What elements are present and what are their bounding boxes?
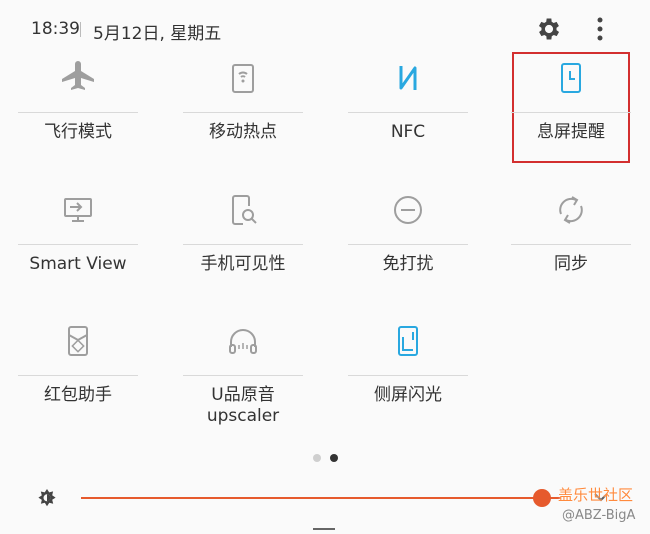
tile-label: 免打扰 (382, 254, 434, 274)
tile-divider (183, 375, 303, 376)
tile-label: Smart View (29, 254, 127, 274)
drag-handle[interactable] (313, 528, 335, 530)
watermark-community: 盖乐世社区 (558, 486, 634, 504)
tile-divider (18, 244, 138, 245)
status-bar: 18:39 5月12日, 星期五 (0, 0, 650, 58)
sync-icon (553, 192, 589, 228)
tile-divider (348, 375, 468, 376)
page-dot-2-active[interactable] (330, 454, 338, 462)
tile-label: 侧屏闪光 (374, 385, 442, 405)
tile-always-on-display[interactable]: 息屏提醒 (511, 60, 631, 180)
tile-uhq-upscaler[interactable]: U品原音 upscaler (183, 323, 303, 443)
tile-do-not-disturb[interactable]: 免打扰 (348, 192, 468, 312)
tile-divider (348, 112, 468, 113)
page-dot-1[interactable] (313, 454, 321, 462)
brightness-slider-track[interactable] (81, 497, 561, 499)
date: 5月12日, 星期五 (93, 24, 222, 44)
nfc-icon (390, 60, 426, 96)
tile-label: 息屏提醒 (537, 122, 605, 142)
tile-mobile-hotspot[interactable]: 移动热点 (183, 60, 303, 180)
tile-label: U品原音 upscaler (206, 385, 280, 426)
tile-label: NFC (390, 122, 426, 142)
headphones-icon (225, 323, 261, 359)
tile-divider (18, 112, 138, 113)
tile-divider (511, 112, 631, 113)
tile-label: 同步 (554, 254, 588, 274)
red-envelope-icon (60, 323, 96, 359)
smart-view-icon (60, 192, 96, 228)
tile-edge-lighting[interactable]: 侧屏闪光 (348, 323, 468, 443)
brightness-icon (36, 487, 58, 509)
tile-divider (348, 244, 468, 245)
tile-label: 手机可见性 (200, 254, 286, 274)
tile-airplane-mode[interactable]: 飞行模式 (18, 60, 138, 180)
clock: 18:39 (31, 19, 80, 39)
tile-sync[interactable]: 同步 (511, 192, 631, 312)
tile-label: 飞行模式 (44, 122, 112, 142)
hotspot-icon (225, 60, 261, 96)
page-indicator (313, 454, 339, 464)
do-not-disturb-icon (390, 192, 426, 228)
tile-red-envelope-assistant[interactable]: 红包助手 (18, 323, 138, 443)
watermark-user: @ABZ-BigA (562, 508, 636, 523)
brightness-slider-thumb[interactable] (532, 489, 551, 507)
always-on-display-icon (553, 60, 589, 96)
tile-divider (183, 112, 303, 113)
phone-visibility-icon (225, 192, 261, 228)
tile-nfc[interactable]: NFC (348, 60, 468, 180)
status-separator (80, 22, 81, 37)
airplane-icon (60, 60, 96, 96)
tile-smart-view[interactable]: Smart View (18, 192, 138, 312)
tile-label: 移动热点 (209, 122, 277, 142)
tile-label: 红包助手 (44, 385, 112, 405)
more-options-icon[interactable] (590, 15, 610, 43)
tile-divider (18, 375, 138, 376)
gear-icon[interactable] (535, 15, 563, 43)
tile-divider (511, 244, 631, 245)
tile-phone-visibility[interactable]: 手机可见性 (183, 192, 303, 312)
tile-divider (183, 244, 303, 245)
edge-lighting-icon (390, 323, 426, 359)
